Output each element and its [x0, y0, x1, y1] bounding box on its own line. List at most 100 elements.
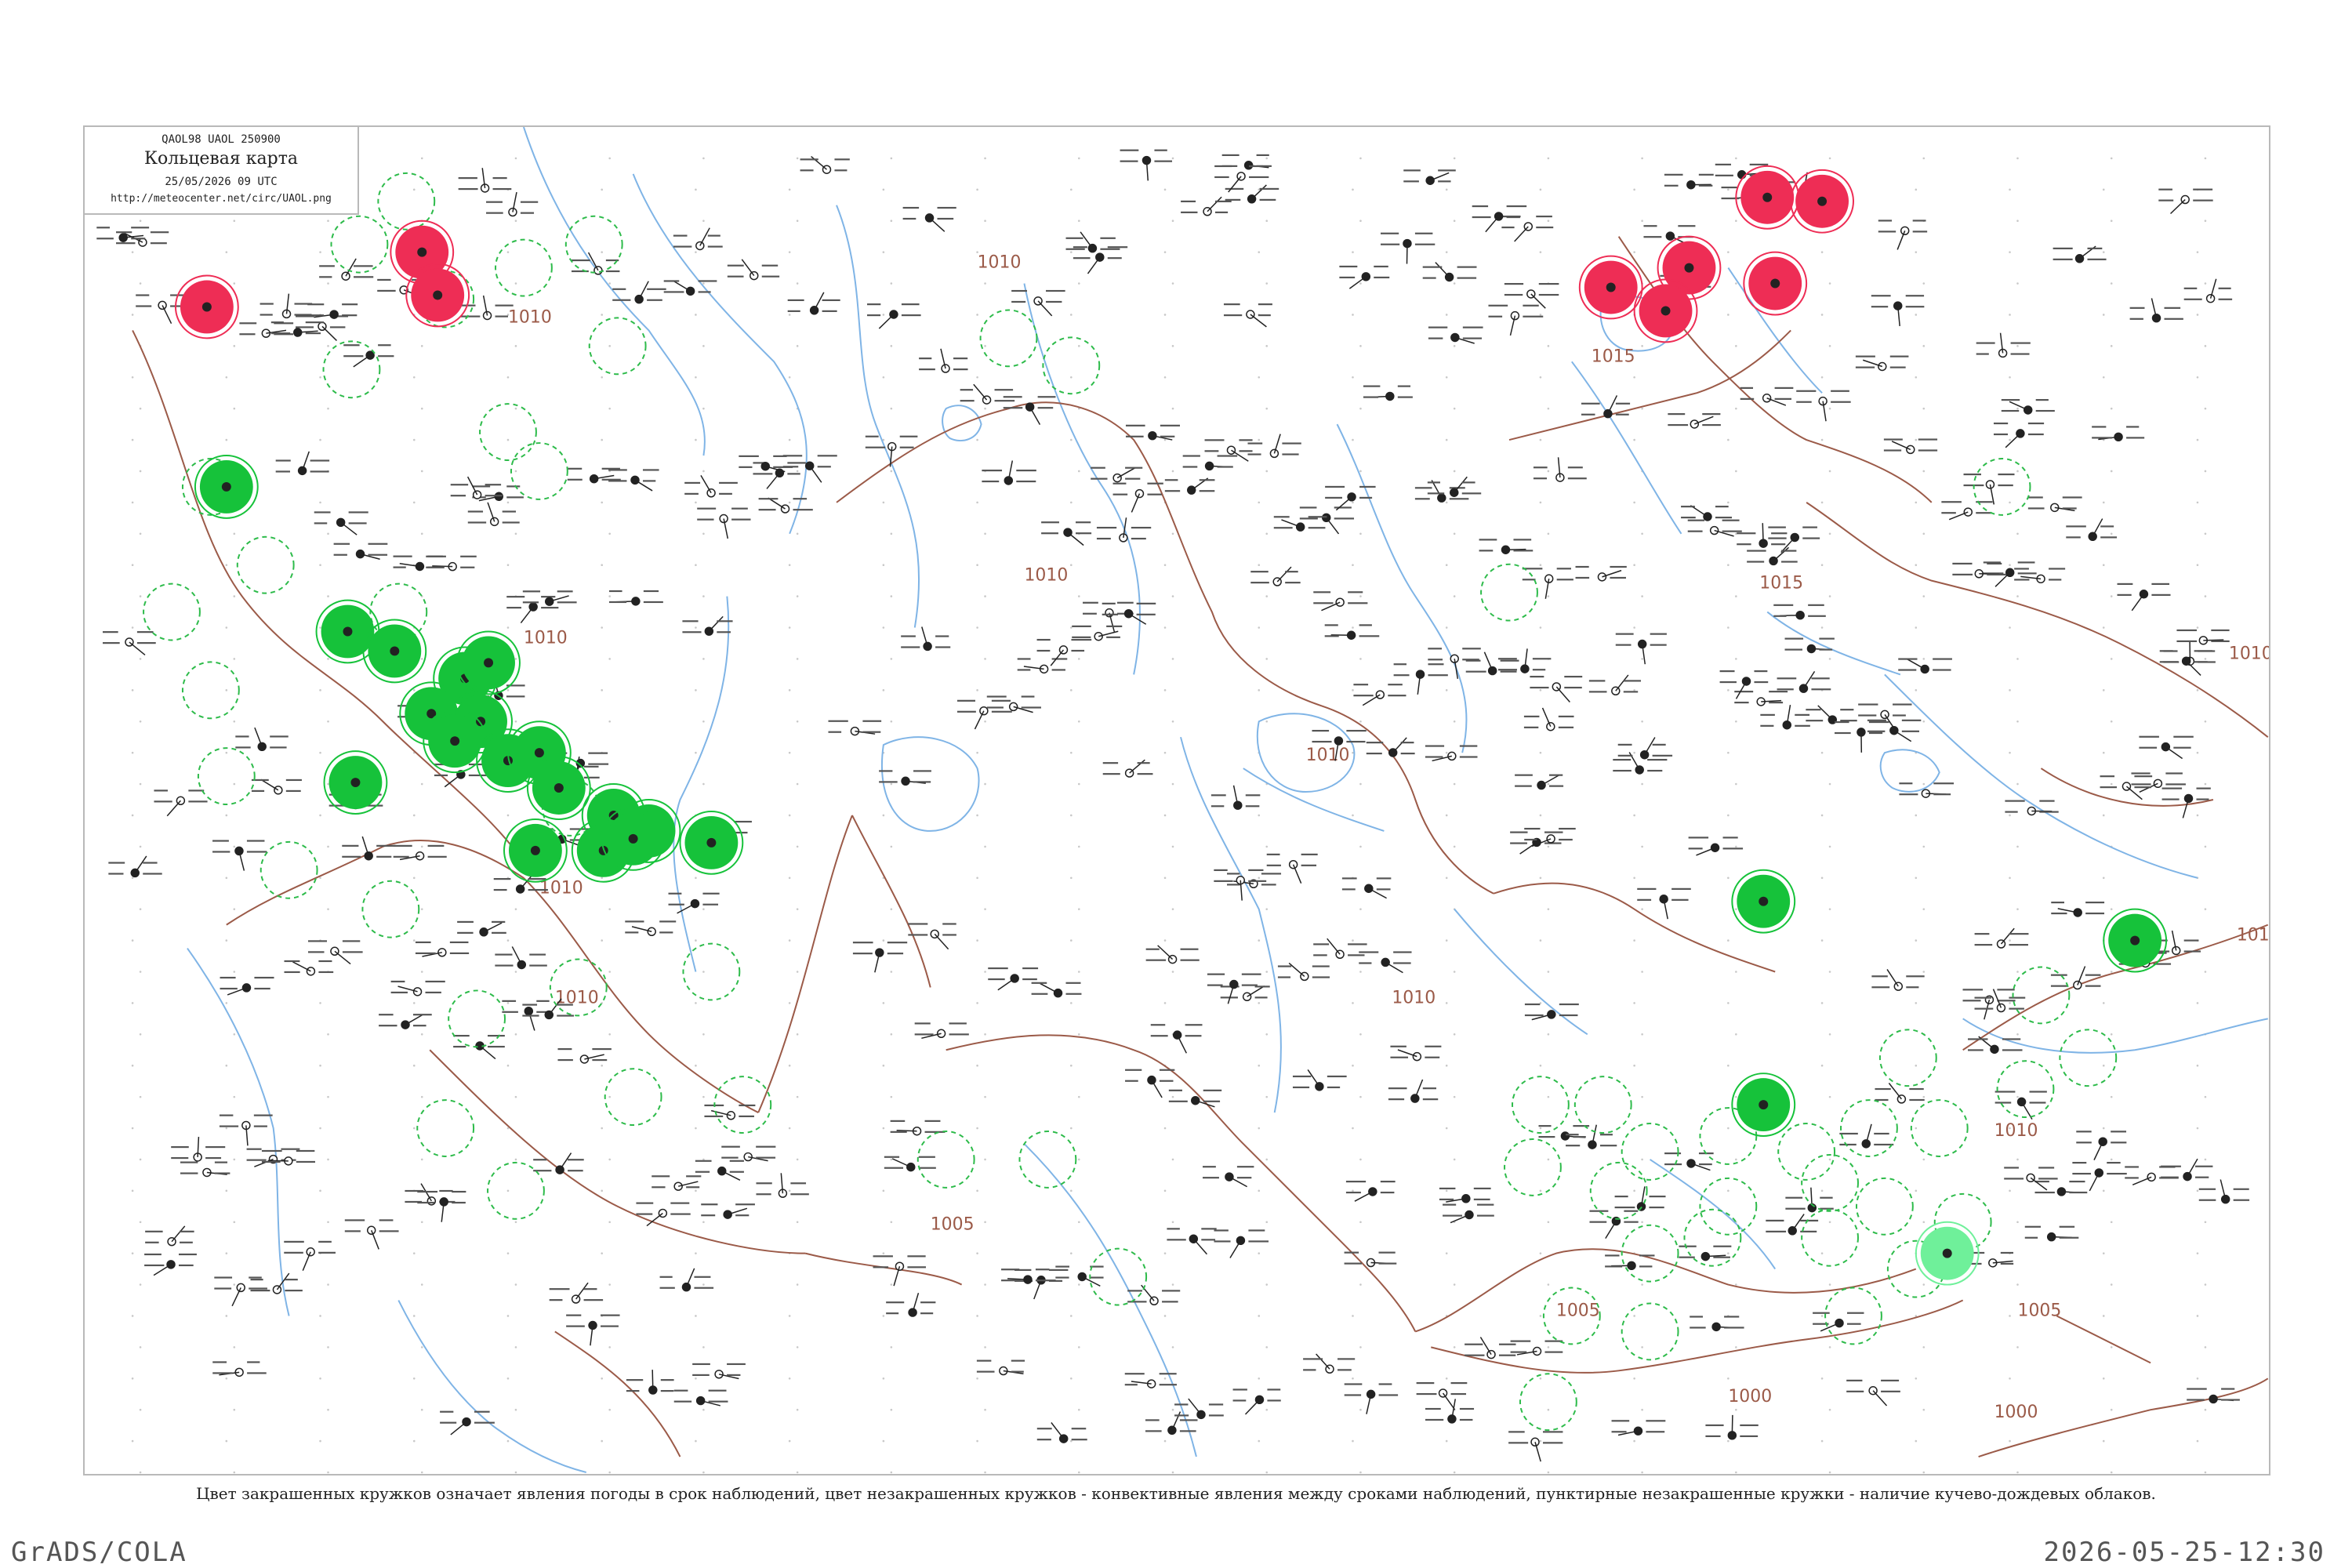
- station-value-mark: [1312, 965, 1330, 967]
- grid-dot: [695, 1252, 697, 1254]
- station-value-mark: [549, 1299, 563, 1301]
- station-plot: [1690, 1316, 1744, 1332]
- station-value-mark: [379, 1219, 394, 1221]
- station-value-mark: [1875, 1087, 1891, 1091]
- grid-dot: [984, 720, 986, 723]
- map-url[interactable]: http://meteocenter.net/circ/UAOL.png: [85, 193, 358, 205]
- station-value-mark: [1643, 225, 1657, 227]
- station-plot: [884, 1156, 936, 1172]
- station-value-mark: [1785, 1196, 1803, 1199]
- station-value-mark: [1439, 1198, 1454, 1200]
- station-value-mark: [953, 358, 968, 360]
- station-value-mark: [1664, 1163, 1682, 1166]
- station-value-mark: [886, 1301, 905, 1304]
- grid-dot: [131, 1315, 134, 1317]
- station-value-mark: [1303, 1369, 1316, 1371]
- station-value-mark: [1051, 658, 1068, 660]
- station-value-mark: [1773, 615, 1787, 617]
- station-circle: [628, 833, 638, 844]
- station-value-mark: [1182, 455, 1200, 457]
- station-circle: [634, 294, 644, 304]
- station-plot: [1145, 945, 1200, 964]
- grid-dot: [1258, 1315, 1261, 1317]
- station-value-mark: [103, 642, 120, 644]
- grid-dot: [412, 376, 416, 379]
- station-value-mark: [333, 543, 350, 545]
- station-value-mark: [1393, 962, 1411, 964]
- station-value-mark: [1249, 176, 1269, 179]
- grid-dot: [131, 376, 134, 379]
- grid-dot: [514, 220, 517, 223]
- grid-dot: [506, 376, 510, 379]
- grid-dot: [1820, 1439, 1824, 1443]
- station-value-mark: [557, 1047, 572, 1051]
- station-plot: [2159, 650, 2212, 676]
- station-value-mark: [1871, 306, 1889, 308]
- station-value-mark: [670, 1202, 690, 1204]
- grid-dot: [2110, 345, 2113, 347]
- station-plot: [342, 836, 396, 861]
- grid-dot: [2196, 314, 2199, 316]
- station-value-mark: [1614, 1196, 1628, 1198]
- wind-barb: [1288, 962, 1305, 977]
- grid-dot: [225, 1377, 228, 1380]
- wind-barb: [1151, 1080, 1163, 1098]
- station-plot: [1952, 562, 2006, 579]
- station-value-mark: [343, 344, 360, 347]
- grid-dot: [1735, 220, 1737, 223]
- grid-dot: [1163, 376, 1167, 379]
- station-value-mark: [942, 923, 956, 925]
- station-plot: [103, 631, 156, 656]
- station-value-mark: [1393, 674, 1410, 677]
- grid-dot: [702, 971, 705, 973]
- grid-dot: [702, 595, 705, 597]
- station-value-mark: [717, 631, 731, 633]
- station-value-mark: [2183, 939, 2199, 942]
- station-value-mark: [1998, 473, 2015, 476]
- station-value-mark: [2218, 287, 2231, 289]
- station-value-mark: [2164, 318, 2183, 320]
- station-value-mark: [1544, 831, 1563, 833]
- grid-dot: [1735, 1158, 1737, 1161]
- grid-dot: [1727, 1377, 1730, 1380]
- station-value-mark: [1397, 396, 1413, 398]
- grid-dot: [1163, 689, 1167, 691]
- station-value-mark: [1795, 724, 1810, 727]
- station-plot: [1091, 466, 1143, 483]
- station-value-mark: [2035, 409, 2055, 412]
- wind-barb: [1131, 493, 1141, 513]
- station-value-mark: [694, 1287, 714, 1289]
- station-value-mark: [886, 1312, 899, 1315]
- station-plot: [1515, 774, 1564, 790]
- station-value-mark: [1425, 1056, 1440, 1058]
- station-value-mark: [1878, 220, 1893, 222]
- grid-dot: [2009, 1439, 2011, 1443]
- station-circle: [350, 778, 361, 788]
- station-value-mark: [1488, 304, 1508, 307]
- station-value-mark: [697, 507, 717, 510]
- station-value-mark: [1605, 1254, 1620, 1257]
- grid-dot: [1828, 1283, 1831, 1286]
- station-value-mark: [529, 953, 546, 956]
- grid-dot: [1453, 470, 1456, 473]
- station-value-mark: [1239, 450, 1253, 452]
- grid-dot: [1922, 407, 1926, 410]
- grid-dot: [2009, 751, 2011, 754]
- grid-dot: [514, 532, 517, 535]
- station-value-mark: [1159, 1069, 1175, 1071]
- grid-dot: [2196, 251, 2199, 253]
- grid-dot: [1453, 845, 1456, 848]
- station-value-mark: [1538, 282, 1559, 285]
- station-value-mark: [136, 642, 156, 644]
- station-value-mark: [1976, 342, 1995, 344]
- station-value-mark: [1639, 1254, 1655, 1257]
- station-value-mark: [1889, 355, 1909, 358]
- grid-dot: [788, 1315, 791, 1317]
- grid-dot: [1633, 251, 1635, 253]
- station-plot: [1488, 304, 1544, 336]
- grid-dot: [882, 1064, 885, 1067]
- wind-barb: [171, 1225, 186, 1243]
- station-value-mark: [1339, 276, 1356, 279]
- grid-dot: [2110, 1346, 2113, 1348]
- grid-dot: [1539, 939, 1542, 942]
